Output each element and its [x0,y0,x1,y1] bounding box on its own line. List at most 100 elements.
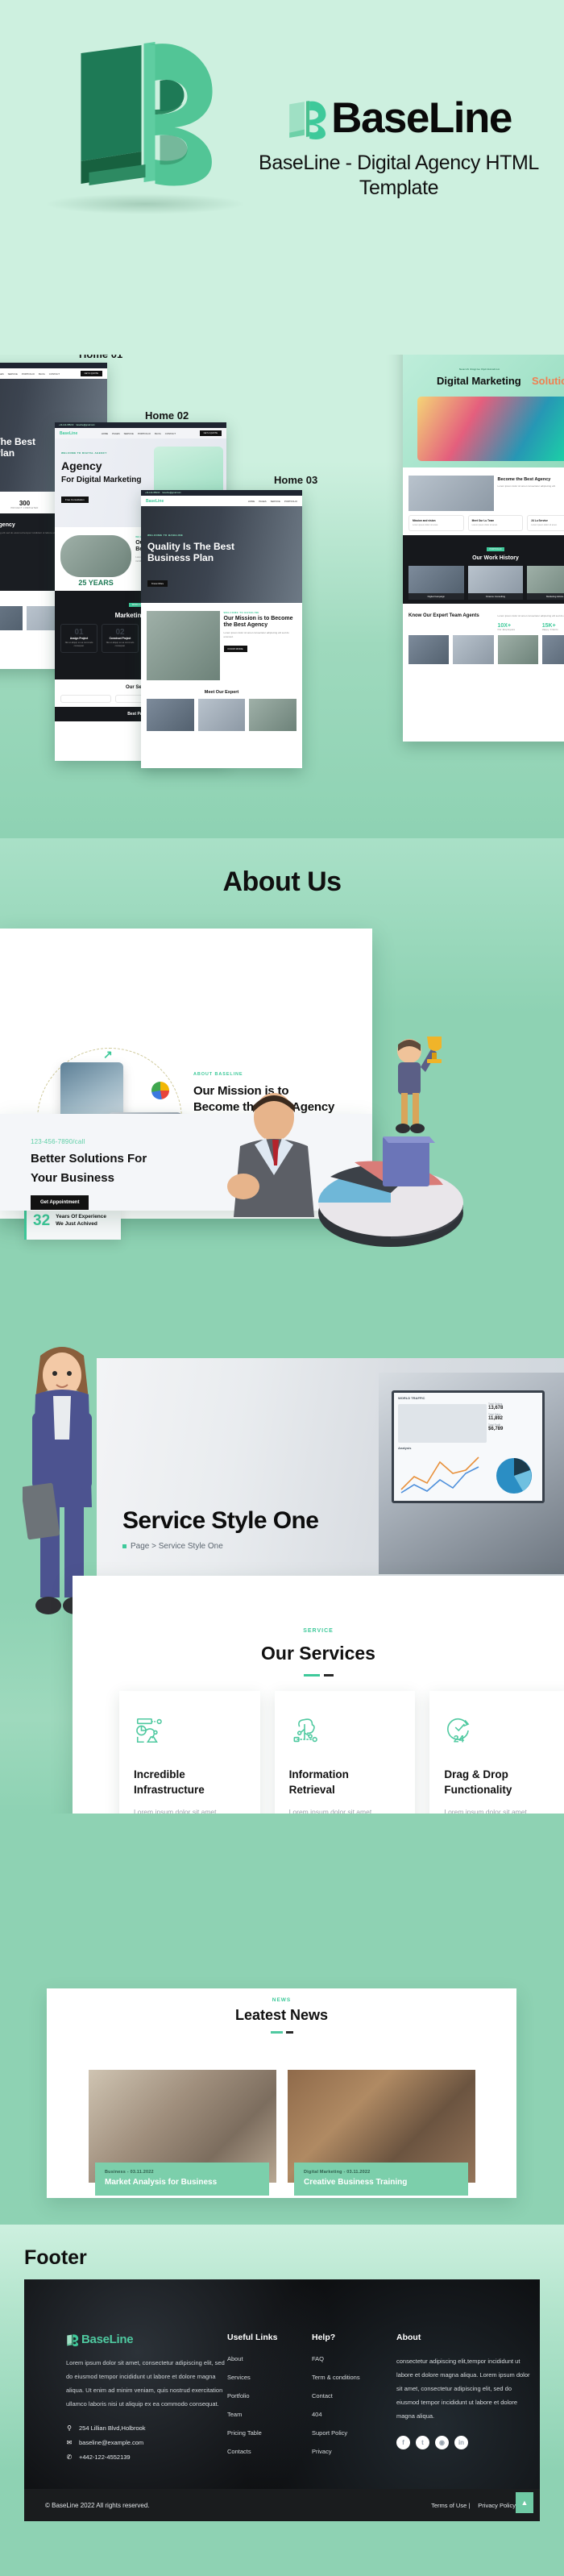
footer-link[interactable]: Portfolio [227,2392,312,2399]
footer-link[interactable]: Contacts [227,2448,312,2455]
footer-link[interactable]: Services [227,2374,312,2381]
mock-work-history-section: PORTFOLIO Our Work History Digital Campa… [403,535,564,605]
footer-link[interactable]: Team [227,2411,312,2418]
footer-about-column: About consectetur adipiscing elit,tempor… [396,2333,533,2468]
footer-box: BaseLine Lorem ipsum dolor sit amet, con… [24,2279,540,2521]
linkedin-icon[interactable]: in [454,2436,468,2450]
mock-avatar [249,699,297,732]
mock-avatar [147,699,194,732]
baseline-book-logo-icon [81,42,213,186]
footer-contact-phone[interactable]: ✆ +442-122-4552139 [66,2453,227,2461]
hero-text-block: BaseLine BaseLine - Digital Agency HTML … [250,97,548,200]
mock-navbar[interactable]: BaseLine HOME PAGES SERVICE PORTFOLIO [141,496,302,506]
footer-contact-email[interactable]: ✉ baseline@example.com [66,2439,227,2446]
footer-contact-address[interactable]: ⚲ 254 Lillian Blvd,Holbrook [66,2424,227,2432]
twitter-icon[interactable]: t [416,2436,429,2450]
pie-chart-icon [151,1082,169,1099]
service-card-title: Information Retrieval [288,1768,349,1796]
news-meta: Business - 03.11.2022 [105,2170,154,2175]
mock-team-avatar [408,634,450,664]
footer-link[interactable]: About [227,2355,312,2362]
mock-photo [408,476,494,511]
services-rule [73,1674,564,1676]
line-chart-widget [400,1456,479,1494]
news-caption: Digital Marketing - 03.11.2022 Creative … [294,2163,468,2196]
svg-text:24: 24 [454,1733,465,1744]
footer-about-text: consectetur adipiscing elit,tempor incid… [396,2358,530,2420]
mock-navbar[interactable]: BaseLine HOMEPAGESSERVICEPORTFOLIOBLOGCO… [55,428,226,438]
about-eyebrow: ABOUT BASELINE [193,1072,243,1077]
hero-section: BaseLine BaseLine - Digital Agency HTML … [0,0,564,411]
mock-avatar [197,699,246,732]
pie-chart-3d-illustration [318,1136,463,1247]
footer-description: Lorem ipsum dolor sit amet, consectetur … [66,2359,225,2408]
footer-section-label: Footer [24,2246,87,2269]
brand-row: BaseLine [250,97,548,139]
mock-team-avatar [497,634,538,664]
news-item-title[interactable]: Market Analysis for Business [105,2178,259,2187]
terms-of-use-link[interactable]: Terms of Use | [431,2502,470,2509]
breadcrumb-parent[interactable]: Page [131,1542,149,1551]
mock-nav-links[interactable]: HOMEPAGESSERVICEPORTFOLIOBLOGCONTACT [0,372,60,376]
footer-social-links: f t ◉ in [396,2436,533,2450]
footer-link[interactable]: Term & conditions [312,2374,396,2381]
mock-navbar[interactable]: BaseLine HOMEPAGESSERVICEPORTFOLIOBLOGCO… [0,368,107,379]
footer-brand-column: BaseLine Lorem ipsum dolor sit amet, con… [66,2333,227,2468]
get-appointment-button[interactable]: Get Appointment [31,1195,89,1210]
mockup-home-04[interactable]: +44-122-455213baseline@gmail.com BaseLin… [403,355,564,742]
mock-hero-home03: WELCOME TO BASELINE Quality Is The Best … [141,506,302,603]
back-to-top-button[interactable]: ▲ [516,2492,533,2513]
mock-label-home03: Home 03 [274,474,318,486]
news-item[interactable]: Digital Marketing - 03.11.2022 Creative … [288,2070,475,2196]
hero-subtitle: BaseLine - Digital Agency HTML Template [259,152,539,199]
footer-link[interactable]: Suport Policy [312,2429,396,2437]
facebook-icon[interactable]: f [396,2436,410,2450]
location-pin-icon: ⚲ [67,2424,72,2432]
services-title: Our Services [261,1643,375,1664]
mock-hero-home04: Search Engine Optimization Digital Marke… [403,355,564,467]
mock-team-avatar [453,634,494,664]
trophy-character-illustration [396,1037,442,1133]
footer-help-column: Help? FAQ Term & conditions Contact 404 … [312,2333,396,2468]
footer-bottom-links: Terms of Use | Privacy Policy | [431,2502,519,2509]
copyright-text: © BaseLine 2022 All rights reserved. [45,2501,150,2509]
footer-link[interactable]: Privacy [312,2448,396,2455]
laptop-illustration: WORLD TRAFFIC Total Orders 13,678 Total … [379,1373,564,1574]
instagram-icon[interactable]: ◉ [435,2436,449,2450]
services-eyebrow: SERVICE [303,1628,334,1634]
mock-portfolio-thumb[interactable] [467,566,524,594]
footer-column-heading: Useful Links [227,2333,278,2342]
arrow-up-icon: ↗ [103,1048,113,1061]
mock-portfolio-thumb[interactable] [408,566,464,594]
news-caption: Business - 03.11.2022 Market Analysis fo… [95,2163,269,2196]
about-section-title: About Us [222,866,342,897]
mock-label-home01: Home 01 [79,355,122,360]
privacy-policy-link[interactable]: Privacy Policy | [478,2502,519,2509]
news-item-title[interactable]: Creative Business Training [304,2178,458,2187]
baseline-mark-icon [289,100,326,139]
mock-mission-section: WELCOME TO BASELINE Our Mission is to Be… [141,603,302,684]
news-item[interactable]: Business - 03.11.2022 Market Analysis fo… [89,2070,276,2196]
news-item-list: Business - 03.11.2022 Market Analysis fo… [89,2070,475,2196]
mock-become-section: Become the Best Agency Lorem ipsum dolor… [403,467,564,535]
footer-contacts: ⚲ 254 Lillian Blvd,Holbrook ✉ baseline@e… [66,2424,227,2461]
mockup-home-03[interactable]: +44-122-455213 baseline@gmail.com BaseLin… [141,490,302,768]
mock-hero-illustration [417,397,564,461]
mock-portfolio-thumb[interactable] [527,566,564,594]
footer-logo[interactable]: BaseLine [66,2333,227,2346]
news-rule [47,2031,516,2034]
footer-column-heading: Help? [312,2333,336,2342]
footer-useful-links-column: Useful Links About Services Portfolio Te… [227,2333,312,2468]
footer-link[interactable]: 404 [312,2411,396,2418]
data-tree-icon [293,1718,317,1743]
mock-label-home02: Home 02 [145,409,189,422]
footer-link[interactable]: Contact [312,2392,396,2399]
footer-link[interactable]: FAQ [312,2355,396,2362]
experience-text: Years Of Experience We Just Achived [56,1214,107,1227]
footer-link[interactable]: Pricing Table [227,2429,312,2437]
mock-photo [60,535,132,577]
page-root: BaseLine BaseLine - Digital Agency HTML … [0,0,564,2576]
service-card-title: Drag & Drop Functionality [444,1768,512,1796]
mock-topbar: +44-122-455213 baseline@gmail.com [0,363,107,368]
mock-cta-button[interactable]: GET A QUOTE [80,371,102,376]
